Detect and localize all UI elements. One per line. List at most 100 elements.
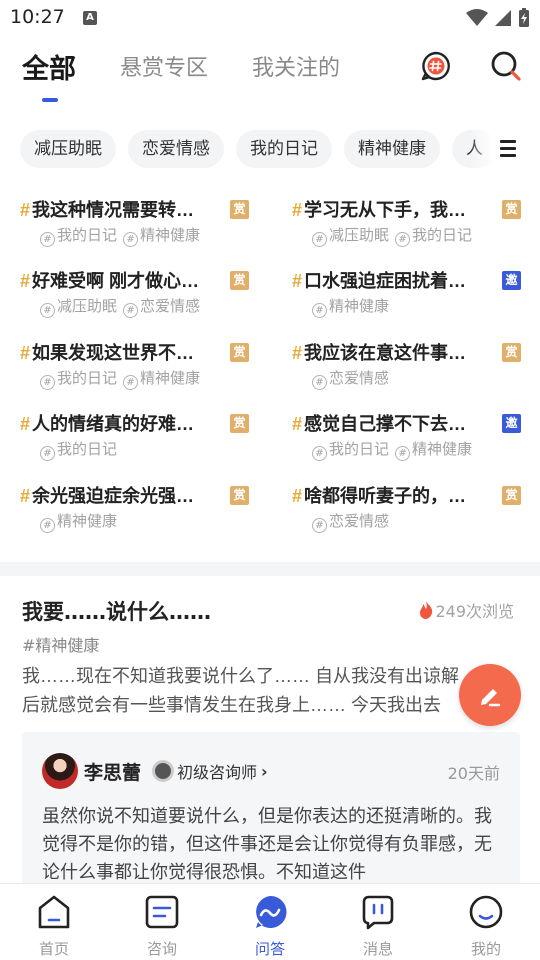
counselor-role[interactable]: 初级咨询师 ›: [152, 760, 268, 782]
invite-badge: 邀: [502, 414, 521, 433]
signal-icon: [495, 10, 511, 26]
reward-badge: 赏: [502, 486, 521, 505]
tag-icon: #: [312, 375, 327, 390]
pen-icon: [481, 689, 501, 707]
search-icon: [491, 51, 521, 81]
search-button[interactable]: [490, 50, 522, 82]
nav-label: 咨询: [146, 940, 177, 958]
topic-item[interactable]: # 如果发现这世界不… 赏 # 我的日记 # 精神健康: [20, 339, 252, 395]
home-icon: [38, 895, 70, 929]
tag-icon: #: [40, 232, 55, 247]
hash-icon: #: [292, 271, 303, 291]
post-body: 我……现在不知道我要说什么了…… 自从我没有出谅解后就感觉会有一些事情发生在我身…: [22, 666, 459, 715]
tab-reward-zone[interactable]: 悬赏专区: [120, 50, 208, 82]
chevron-right-icon: ›: [261, 761, 268, 781]
flame-icon: [420, 601, 433, 619]
topic-hash-button[interactable]: [420, 50, 452, 82]
chip-menu-button[interactable]: [496, 138, 522, 162]
topic-title: # 如果发现这世界不…: [20, 343, 195, 363]
topic-title: # 感觉自己撑不下去…: [292, 414, 467, 434]
status-bar: 10:27 A: [0, 0, 540, 36]
topic-item[interactable]: # 口水强迫症困扰着… 邀 # 精神健康: [292, 267, 524, 323]
tag-icon: #: [312, 446, 327, 461]
author-name[interactable]: 李思蕾: [84, 758, 141, 785]
role-label: 初级咨询师: [177, 763, 258, 782]
topic-tag: # 恋爱情感: [312, 512, 389, 533]
nav-consult[interactable]: 咨询: [127, 894, 197, 959]
chip-stress-sleep[interactable]: 减压助眠: [20, 130, 116, 168]
chip-mental-health[interactable]: 精神健康: [344, 130, 440, 168]
hash-icon: #: [292, 200, 303, 220]
bottom-nav: 首页 咨询 问答 消息 我的: [0, 883, 540, 960]
topic-item[interactable]: # 感觉自己撑不下去… 邀 # 我的日记 # 精神健康: [292, 410, 524, 466]
hash-icon: #: [20, 200, 31, 220]
avatar[interactable]: [42, 753, 78, 789]
topic-tag: # 我的日记: [395, 226, 472, 247]
tag-icon: #: [40, 446, 55, 461]
topic-item[interactable]: # 啥都得听妻子的，… 赏 # 恋爱情感: [292, 482, 524, 538]
category-chips: 减压助眠恋爱情感我的日记精神健康人: [20, 130, 490, 170]
tag-icon: #: [312, 518, 327, 533]
topic-item[interactable]: # 人的情绪真的好难… 赏 # 我的日记: [20, 410, 252, 466]
answer-time: 20天前: [447, 764, 500, 783]
nav-qa[interactable]: 问答: [235, 894, 305, 959]
tag-icon: #: [123, 232, 139, 247]
reward-badge: 赏: [230, 414, 249, 433]
topic-item[interactable]: # 我这种情况需要转… 赏 # 我的日记 # 精神健康: [20, 196, 252, 252]
top-tabs: 全部 悬赏专区 我关注的: [0, 40, 540, 96]
reward-badge: 赏: [502, 343, 521, 362]
topic-tag: # 我的日记: [40, 369, 117, 390]
compose-button[interactable]: [459, 664, 521, 726]
hash-icon: #: [292, 486, 303, 506]
topic-item[interactable]: # 好难受啊 刚才做心… 赏 # 减压助眠 # 恋爱情感: [20, 267, 252, 323]
status-icons: [466, 8, 530, 28]
topic-tags: # 精神健康: [312, 295, 395, 318]
reward-badge: 赏: [230, 200, 249, 219]
nav-label: 我的: [470, 940, 501, 958]
tag-icon: #: [40, 518, 55, 533]
topic-item[interactable]: # 余光强迫症余光强… 赏 # 精神健康: [20, 482, 252, 538]
topic-title: # 余光强迫症余光强…: [20, 486, 195, 506]
notification-icon: A: [83, 11, 97, 25]
topic-tags: # 恋爱情感: [312, 510, 395, 533]
hash-icon: #: [20, 271, 31, 291]
post-title: 我要……说什么……: [22, 600, 211, 624]
post-tag[interactable]: #精神健康: [22, 632, 99, 656]
chip-love[interactable]: 恋爱情感: [128, 130, 224, 168]
topic-tag: # 我的日记: [40, 440, 117, 461]
tag-icon: #: [312, 232, 327, 247]
hash-icon: #: [292, 343, 303, 363]
tag-icon: #: [312, 303, 327, 318]
topic-item[interactable]: # 学习无从下手，我… 赏 # 减压助眠 # 我的日记: [292, 196, 524, 252]
chips-fade: [470, 130, 496, 170]
menu-icon-bar: [500, 140, 516, 143]
topic-tags: # 恋爱情感: [312, 367, 395, 390]
answer-card[interactable]: 李思蕾 初级咨询师 › 20天前 虽然你说不知道要说什么，但是你表达的还挺清晰的…: [22, 732, 520, 902]
topic-title: # 我这种情况需要转…: [20, 200, 195, 220]
topic-tag: # 减压助眠: [312, 226, 389, 247]
topic-item[interactable]: # 我应该在意这件事… 赏 # 恋爱情感: [292, 339, 524, 395]
reward-badge: 赏: [230, 343, 249, 362]
nav-profile[interactable]: 我的: [451, 894, 521, 959]
qa-icon: [256, 895, 287, 928]
view-count-text: 249次浏览: [435, 602, 514, 621]
reward-badge: 赏: [502, 200, 521, 219]
hash-icon: #: [292, 414, 303, 434]
topic-title: # 好难受啊 刚才做心…: [20, 271, 200, 291]
tag-icon: #: [123, 375, 139, 390]
chip-diary[interactable]: 我的日记: [236, 130, 332, 168]
topic-tag: # 精神健康: [123, 369, 200, 390]
nav-home[interactable]: 首页: [19, 894, 89, 959]
topic-title: # 人的情绪真的好难…: [20, 414, 195, 434]
answer-body: 虽然你说不知道要说什么，但是你表达的还挺清晰的。我觉得不是你的错，但这件事还是会…: [42, 806, 492, 882]
nav-messages[interactable]: 消息: [343, 894, 413, 959]
topic-tag: # 精神健康: [123, 226, 200, 247]
topic-title: # 我应该在意这件事…: [292, 343, 467, 363]
nav-label: 问答: [254, 940, 285, 958]
consult-icon: [145, 895, 179, 929]
topic-tags: # 我的日记: [40, 438, 123, 461]
topic-tags: # 减压助眠 # 恋爱情感: [40, 295, 206, 318]
tab-following[interactable]: 我关注的: [252, 50, 340, 82]
tab-all[interactable]: 全部: [22, 47, 76, 86]
reward-badge: 赏: [230, 486, 249, 505]
